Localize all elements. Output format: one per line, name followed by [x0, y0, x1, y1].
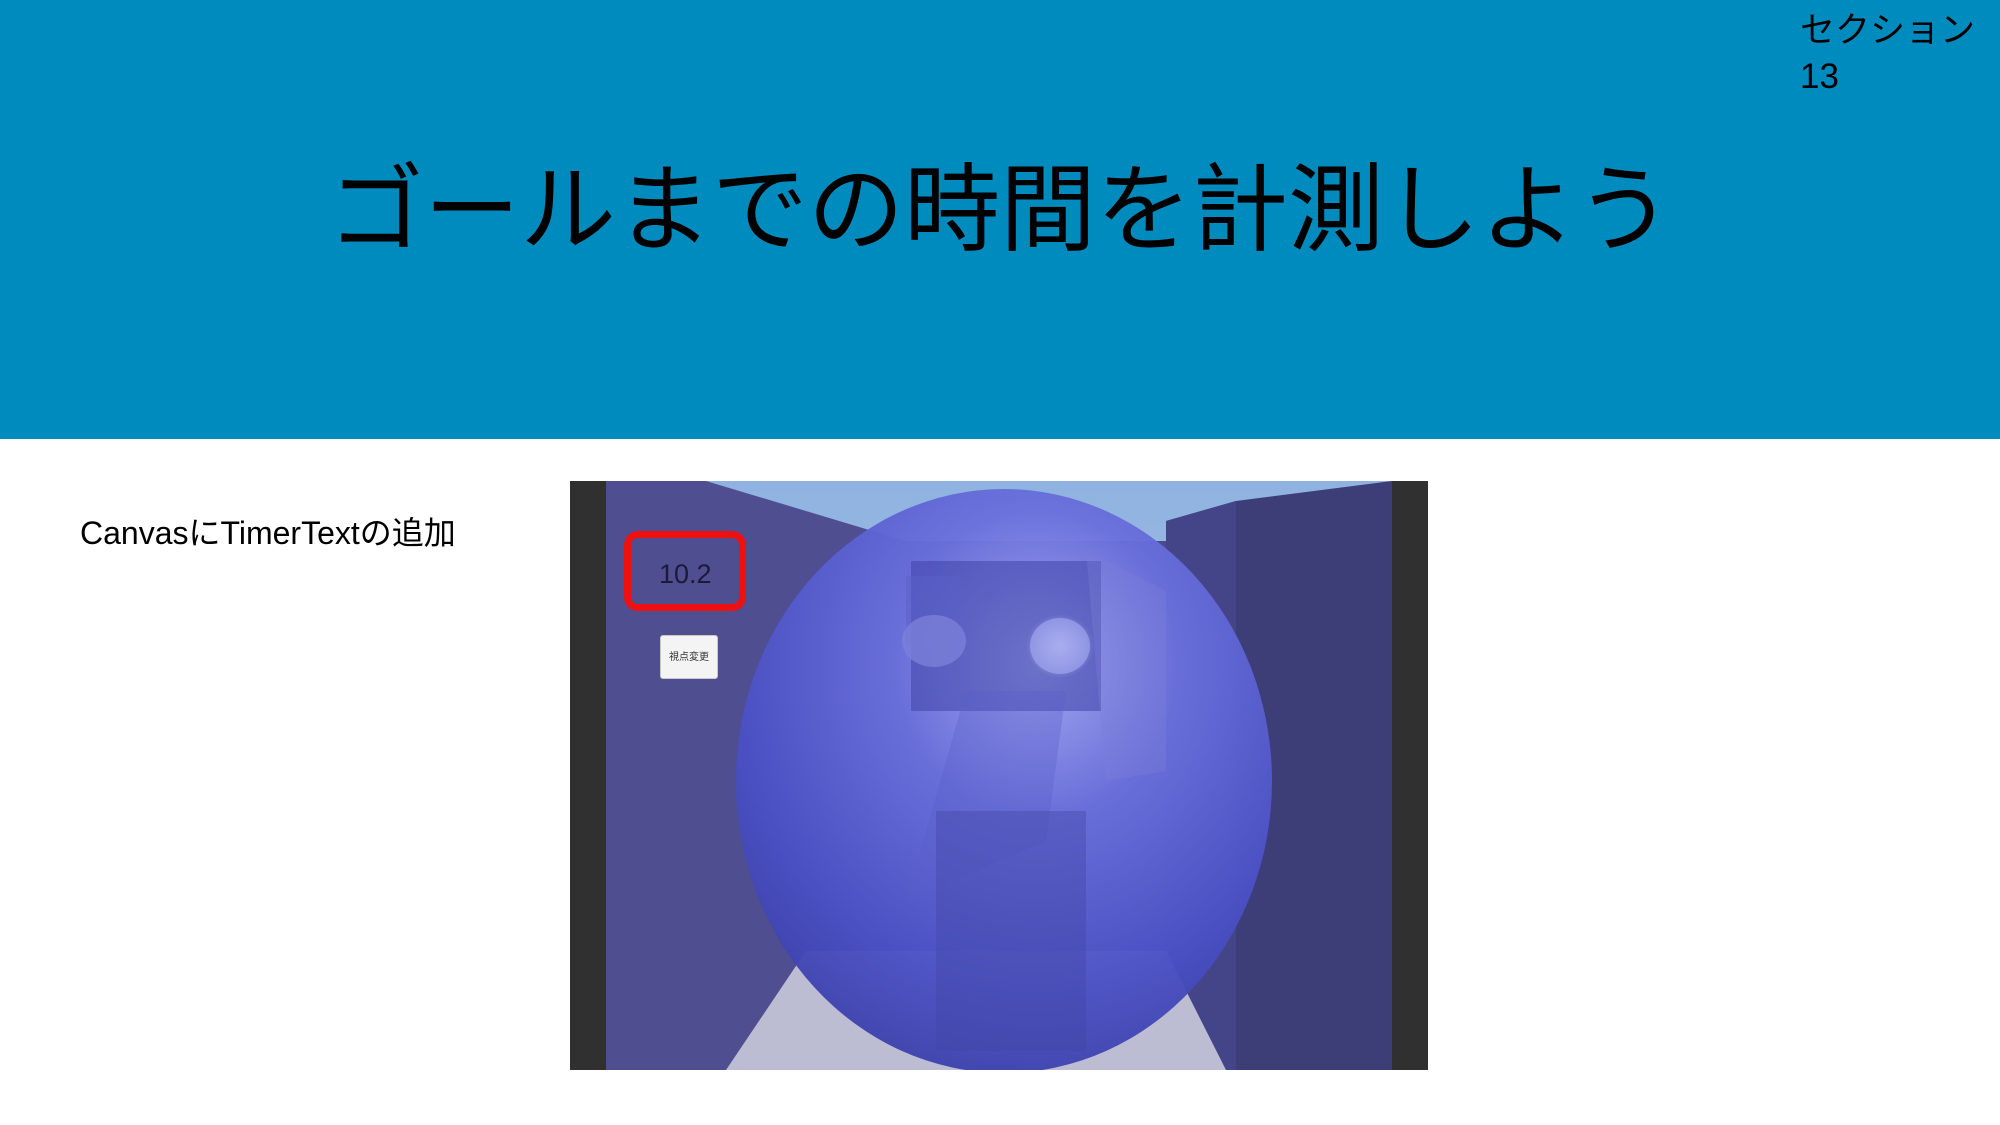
- slide-header: セクション 13 ゴールまでの時間を計測しよう: [0, 0, 2000, 439]
- slide-title: ゴールまでの時間を計測しよう: [328, 154, 1672, 266]
- section-label: セクション: [1800, 11, 1976, 50]
- section-number: 13: [1800, 57, 1839, 96]
- game-view-screenshot: 10.2 視点変更: [570, 481, 1428, 1070]
- slide-caption: CanvasにTimerTextの追加: [80, 515, 456, 551]
- change-view-button[interactable]: 視点変更: [660, 635, 718, 679]
- game-scene: 10.2 視点変更: [606, 481, 1392, 1070]
- timer-highlight-box: [624, 531, 746, 611]
- section-tag: セクション 13: [1800, 8, 1990, 100]
